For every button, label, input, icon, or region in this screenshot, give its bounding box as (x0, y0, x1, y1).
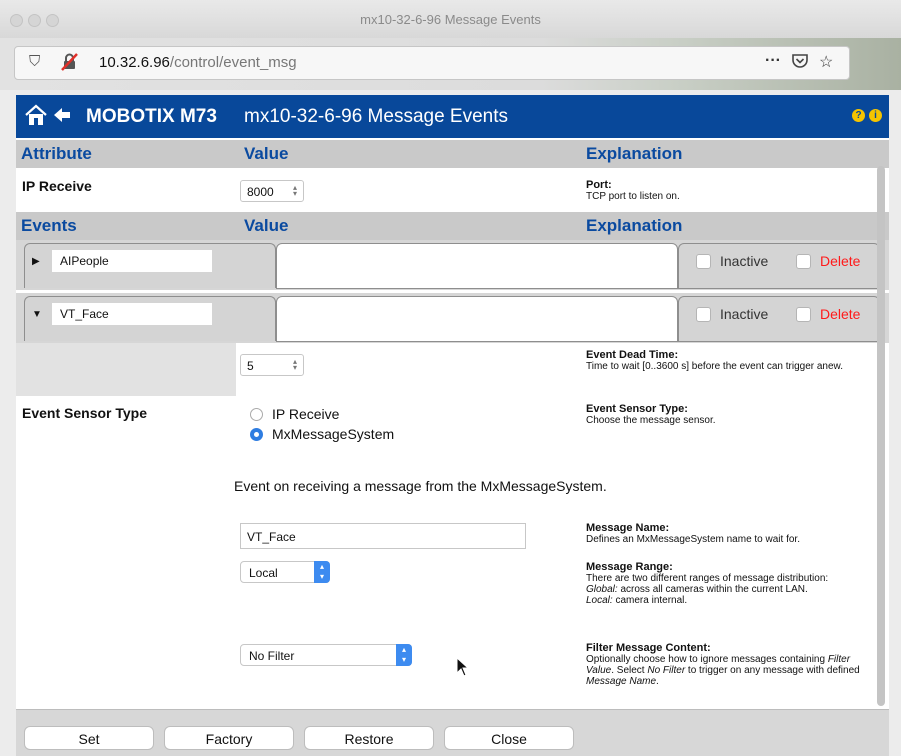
button-bar: Set Factory Restore Close (16, 709, 889, 756)
stepper-arrows-icon[interactable]: ▴ ▾ (293, 184, 297, 198)
set-button[interactable]: Set (24, 726, 154, 750)
bookmark-star-icon[interactable]: ☆ (819, 52, 833, 72)
collapse-triangle-icon[interactable]: ▼ (32, 309, 42, 320)
explanation-column-header: Explanation (586, 144, 683, 163)
events-column-header: Events (21, 216, 77, 235)
page-actions-icon[interactable]: ··· (765, 52, 781, 70)
dead-time-explanation: Event Dead Time: Time to wait [0..3600 s]… (586, 349, 843, 373)
event-tab-spacer (276, 296, 678, 342)
port-explanation: Port: TCP port to listen on. (586, 179, 680, 203)
events-explanation-column-header: Explanation (586, 216, 683, 235)
event-sensor-type-label: Event Sensor Type (22, 405, 148, 421)
event-row-aipeople: ▶ AIPeople Inactive Delete (16, 240, 889, 290)
expand-triangle-icon[interactable]: ▶ (32, 256, 40, 267)
value-column-header: Value (244, 144, 289, 163)
delete-checkbox[interactable] (796, 307, 811, 322)
help-icon[interactable]: ? (852, 109, 865, 122)
vertical-scrollbar[interactable] (877, 166, 885, 706)
sensor-type-explanation: Event Sensor Type: Choose the message sen… (586, 403, 716, 427)
shield-icon[interactable]: ⛉ (29, 53, 40, 70)
ip-receive-label: IP Receive (22, 178, 92, 194)
radio-ip-receive[interactable] (250, 408, 263, 421)
attribute-column-header: Attribute (21, 144, 92, 163)
web-page: MOBOTIX M73 mx10-32-6-96 Message Events … (16, 95, 889, 756)
page-title: mx10-32-6-96 Message Events (244, 106, 509, 127)
url-bar[interactable]: ⛉ 10.32.6.96/control/event_msg ··· ☆ (14, 46, 850, 80)
delete-label: Delete (820, 253, 861, 269)
window-titlebar: mx10-32-6-96 Message Events (0, 0, 901, 38)
inactive-label: Inactive (720, 306, 769, 322)
close-button[interactable]: Close (444, 726, 574, 750)
radio-mxmessagesystem[interactable] (250, 428, 263, 441)
message-range-explanation: Message Range: There are two different ra… (586, 561, 829, 607)
inactive-label: Inactive (720, 253, 769, 269)
window-title: mx10-32-6-96 Message Events (360, 12, 541, 27)
brand-label: MOBOTIX M73 (86, 106, 217, 127)
mx-section-heading: Event on receiving a message from the Mx… (234, 478, 607, 494)
stepper-arrows-icon[interactable]: ▴ ▾ (293, 358, 297, 372)
radio-mxmessagesystem-label: MxMessageSystem (272, 426, 395, 442)
info-icon[interactable]: i (869, 109, 882, 122)
dead-time-input[interactable]: 5 ▴ ▾ (240, 354, 304, 376)
home-icon[interactable] (24, 103, 48, 132)
delete-checkbox[interactable] (796, 254, 811, 269)
events-header-row: Events Value Explanation (16, 212, 889, 240)
back-arrow-icon[interactable] (52, 105, 72, 129)
browser-toolbar: ⛉ 10.32.6.96/control/event_msg ··· ☆ (0, 38, 901, 90)
insecure-lock-icon[interactable] (61, 53, 79, 75)
inactive-checkbox[interactable] (696, 254, 711, 269)
event-tab-spacer (276, 243, 678, 289)
message-name-input[interactable]: VT_Face (240, 523, 526, 549)
select-arrows-icon[interactable]: ▴ ▾ (314, 561, 330, 583)
dead-time-label-cell (16, 343, 236, 396)
filter-select[interactable]: No Filter ▴ ▾ (240, 644, 412, 666)
filter-explanation: Filter Message Content: Optionally choose… (586, 642, 860, 688)
url-text[interactable]: 10.32.6.96/control/event_msg (99, 54, 297, 71)
delete-label: Delete (820, 306, 861, 322)
attribute-header-row: Attribute Value Explanation (16, 140, 889, 168)
event-name-field[interactable]: VT_Face (52, 303, 212, 325)
inactive-checkbox[interactable] (696, 307, 711, 322)
page-header: MOBOTIX M73 mx10-32-6-96 Message Events … (16, 95, 889, 138)
factory-button[interactable]: Factory (164, 726, 294, 750)
port-input[interactable]: 8000 ▴ ▾ (240, 180, 304, 202)
select-arrows-icon[interactable]: ▴ ▾ (396, 644, 412, 666)
message-name-explanation: Message Name: Defines an MxMessageSystem … (586, 522, 800, 546)
radio-ip-receive-label: IP Receive (272, 406, 340, 422)
events-value-column-header: Value (244, 216, 289, 235)
pocket-icon[interactable] (791, 52, 809, 75)
event-name-field[interactable]: AIPeople (52, 250, 212, 272)
event-row-vtface: ▼ VT_Face Inactive Delete (16, 293, 889, 343)
message-range-select[interactable]: Local ▴ ▾ (240, 561, 330, 583)
restore-button[interactable]: Restore (304, 726, 434, 750)
